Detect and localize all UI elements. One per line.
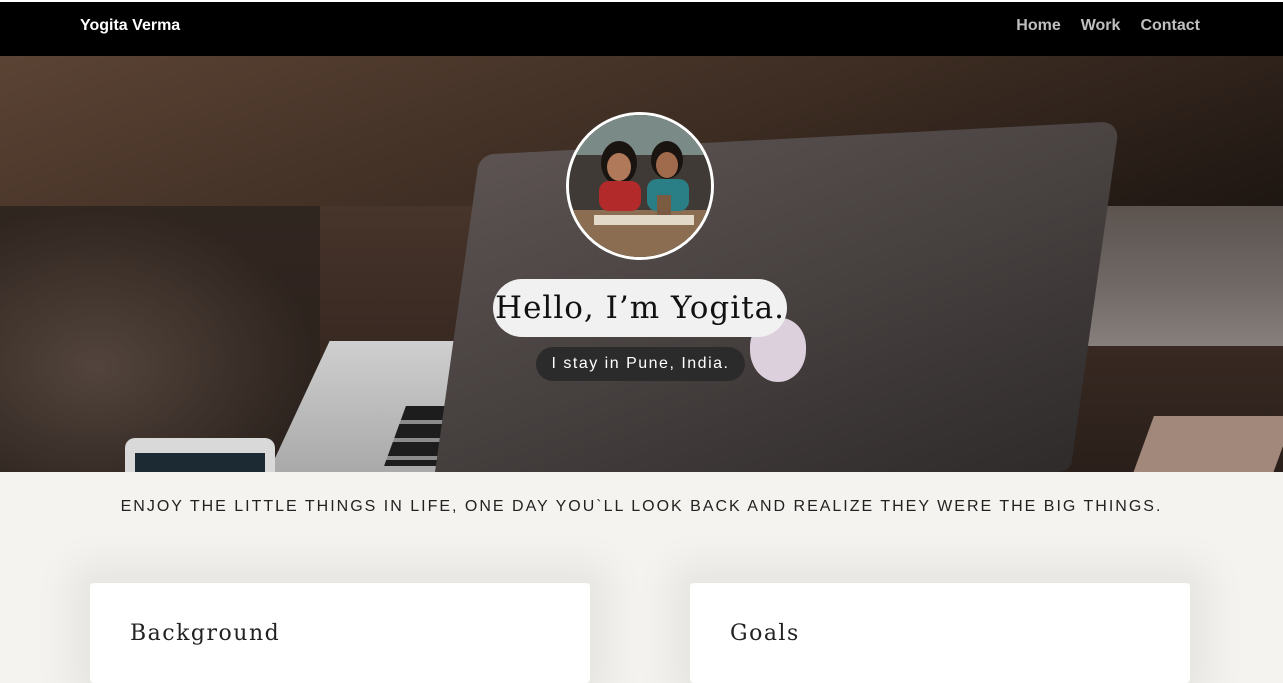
background-card-title: Background: [130, 621, 281, 646]
hero-background-box: [1132, 416, 1283, 472]
brand-link[interactable]: Yogita Verma: [80, 17, 180, 35]
avatar-photo: [569, 115, 711, 257]
phone-screen: [135, 453, 265, 472]
location-text: I stay in Pune, India.: [536, 347, 745, 381]
avatar: [566, 112, 714, 260]
nav-contact[interactable]: Contact: [1140, 17, 1200, 35]
main-nav: Home Work Contact: [1016, 17, 1200, 35]
quote-text: ENJOY THE LITTLE THINGS IN LIFE, ONE DAY…: [120, 498, 1163, 515]
nav-work[interactable]: Work: [1081, 17, 1121, 35]
hero-background-left: [0, 206, 320, 472]
greeting-heading: Hello, I’m Yogita.: [493, 279, 787, 337]
background-card: Background: [90, 583, 590, 683]
nav-home[interactable]: Home: [1016, 17, 1060, 35]
navbar: Yogita Verma Home Work Contact: [0, 0, 1283, 56]
goals-card: Goals: [690, 583, 1190, 683]
goals-card-title: Goals: [730, 621, 800, 646]
